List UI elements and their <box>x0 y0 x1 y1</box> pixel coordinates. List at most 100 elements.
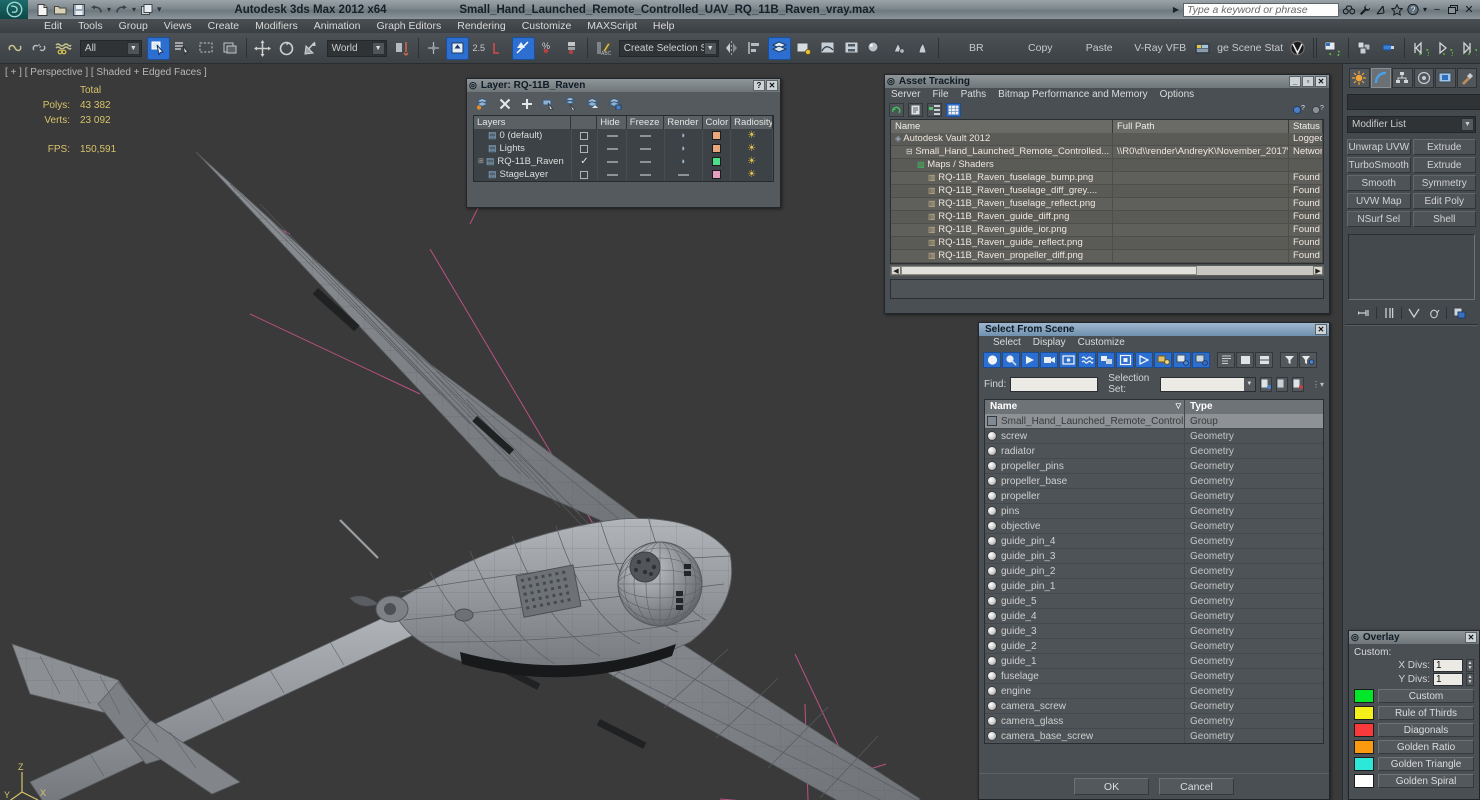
scene-list-row[interactable]: camera_screw Geometry <box>985 698 1323 714</box>
asset-row[interactable]: ▨ Maps / Shaders <box>891 159 1323 172</box>
layer-row-freeze[interactable] <box>627 155 665 168</box>
render-play-icon[interactable] <box>1433 37 1456 60</box>
layer-row-render[interactable]: ◗ <box>665 129 703 142</box>
layer-row-name[interactable]: ▤ 0 (default) <box>474 129 573 142</box>
display-groups-icon[interactable] <box>1097 352 1115 368</box>
scene-list-row[interactable]: Small_Hand_Launched_Remote_Controlled_UA… <box>985 413 1323 429</box>
asset-col-full-path[interactable]: Full Path <box>1113 120 1289 133</box>
edit-named-selection-sets-icon[interactable]: ABC <box>592 37 615 60</box>
material-editor-icon[interactable] <box>863 37 886 60</box>
asset-menu-options[interactable]: Options <box>1154 89 1200 100</box>
highlight-selected-objects-icon[interactable] <box>585 96 600 111</box>
layer-row[interactable]: ▤ Lights ◗ ☀ <box>474 142 773 155</box>
asset-col-name[interactable]: Name <box>891 120 1113 133</box>
render-production-icon[interactable] <box>911 37 934 60</box>
redo-icon[interactable] <box>114 2 129 17</box>
scene-row-name[interactable]: engine <box>985 683 1185 699</box>
scene-row-name[interactable]: guide_4 <box>985 608 1185 624</box>
scene-list-row[interactable]: guide_1 Geometry <box>985 653 1323 669</box>
mirror-icon[interactable] <box>720 37 743 60</box>
modifier-button-uvw-map[interactable]: UVW Map <box>1347 193 1411 209</box>
asset-row-path[interactable] <box>1113 159 1289 171</box>
scene-row-name[interactable]: propeller_base <box>985 473 1185 489</box>
scene-list-row[interactable]: camera_base_screw Geometry <box>985 728 1323 743</box>
scrollbar-thumb[interactable] <box>901 266 1197 275</box>
menu-modifiers[interactable]: Modifiers <box>247 19 306 33</box>
asset-row-name[interactable]: ▥ RQ-11B_Raven_fuselage_bump.png <box>891 172 1113 184</box>
layer-col-render[interactable]: Render <box>664 116 703 129</box>
asset-row-path[interactable] <box>1113 211 1289 223</box>
scene-row-name[interactable]: pins <box>985 503 1185 519</box>
create-new-layer-icon[interactable] <box>475 96 490 111</box>
overlay-color-swatch[interactable] <box>1354 689 1374 703</box>
app-logo-icon[interactable] <box>0 0 28 19</box>
asset-tracking-close-button[interactable]: ✕ <box>1315 76 1327 87</box>
menu-rendering[interactable]: Rendering <box>449 19 513 33</box>
layer-col-visible[interactable] <box>571 116 598 129</box>
scene-list-row[interactable]: guide_pin_2 Geometry <box>985 563 1323 579</box>
layer-row-name[interactable]: ⊞ ▤ RQ-11B_Raven <box>474 155 573 168</box>
layer-col-hide[interactable]: Hide <box>597 116 627 129</box>
layer-row-color[interactable] <box>703 129 732 142</box>
scene-list-row[interactable]: guide_5 Geometry <box>985 593 1323 609</box>
scene-list-row[interactable]: fuselage Geometry <box>985 668 1323 684</box>
toggle-scene-explorer-icon[interactable] <box>792 37 815 60</box>
filter-icon[interactable] <box>1280 352 1298 368</box>
menu-animation[interactable]: Animation <box>306 19 369 33</box>
layer-row-hide[interactable] <box>598 155 628 168</box>
scene-row-name[interactable]: guide_pin_3 <box>985 548 1185 564</box>
y-divs-spinner[interactable]: ▲ ▼ <box>1466 673 1474 686</box>
x-divs-input[interactable] <box>1433 659 1463 672</box>
display-xrefs-icon[interactable] <box>1116 352 1134 368</box>
overlay-color-swatch[interactable] <box>1354 774 1374 788</box>
modifier-button-shell[interactable]: Shell <box>1412 211 1476 227</box>
display-tab[interactable] <box>1435 68 1456 88</box>
reference-coordinate-dropdown[interactable]: World ▼ <box>326 39 387 57</box>
layer-row-current[interactable] <box>572 168 598 181</box>
scroll-right-icon[interactable]: ▶ <box>1313 266 1323 275</box>
manage-scene-states-label[interactable]: ge Scene Stat <box>1215 42 1285 54</box>
asset-row-path[interactable] <box>1113 250 1289 262</box>
modifier-stack-list[interactable] <box>1348 234 1475 300</box>
scene-row-name[interactable]: guide_pin_1 <box>985 578 1185 594</box>
save-file-icon[interactable] <box>71 2 86 17</box>
asset-row[interactable]: ▥ RQ-11B_Raven_guide_ior.png Found <box>891 224 1323 237</box>
scroll-left-icon[interactable]: ◀ <box>891 266 901 275</box>
hide-unhide-layer-icon[interactable] <box>607 96 622 111</box>
layer-col-layers[interactable]: Layers <box>474 116 572 129</box>
display-space-warps-icon[interactable] <box>1078 352 1096 368</box>
scene-list-row[interactable]: engine Geometry <box>985 683 1323 699</box>
pin-stack-icon[interactable] <box>1356 305 1372 320</box>
align-icon[interactable] <box>744 37 767 60</box>
window-restore-button[interactable] <box>1447 4 1459 16</box>
layer-row-color[interactable] <box>703 155 732 168</box>
modifier-button-turbosmooth[interactable]: TurboSmooth <box>1347 157 1411 173</box>
display-lights-icon[interactable] <box>1021 352 1039 368</box>
scene-list-row[interactable]: guide_pin_1 Geometry <box>985 578 1323 594</box>
named-selection-set-dropdown[interactable]: Create Selection Se ▼ <box>618 39 719 57</box>
overlay-preset-button[interactable]: Diagonals <box>1378 723 1474 737</box>
layer-row[interactable]: ▤ 0 (default) ◗ ☀ <box>474 129 773 142</box>
overlay-preset-button[interactable]: Golden Spiral <box>1378 774 1474 788</box>
layer-row-current[interactable]: ✓ <box>572 155 598 168</box>
layer-row[interactable]: ▤ StageLayer ☀ <box>474 168 773 181</box>
utilities-tab[interactable] <box>1456 68 1477 88</box>
overlay-color-swatch[interactable] <box>1354 740 1374 754</box>
asset-horizontal-scrollbar[interactable]: ◀ ▶ <box>890 265 1324 276</box>
asset-row-path[interactable]: \\R0\d\\render\AndreyK\November_2017\... <box>1113 146 1289 158</box>
menu-help[interactable]: Help <box>645 19 683 33</box>
window-close-button[interactable]: ✕ <box>1463 4 1475 16</box>
overlay-color-swatch[interactable] <box>1354 757 1374 771</box>
wrench-icon[interactable] <box>1359 4 1371 16</box>
scene-list-row[interactable]: guide_4 Geometry <box>985 608 1323 624</box>
scene-row-name[interactable]: guide_2 <box>985 638 1185 654</box>
asset-row[interactable]: ⊟ Small_Hand_Launched_Remote_Controlled.… <box>891 146 1323 159</box>
window-minimize-button[interactable]: − <box>1431 4 1443 16</box>
layer-row-radiosity[interactable]: ☀ <box>731 155 773 168</box>
layer-row-hide[interactable] <box>598 129 628 142</box>
scene-row-name[interactable]: propeller <box>985 488 1185 504</box>
asset-row[interactable]: ▥ RQ-11B_Raven_fuselage_bump.png Found <box>891 172 1323 185</box>
scene-row-name[interactable]: camera_glass <box>985 713 1185 729</box>
cancel-button[interactable]: Cancel <box>1159 778 1234 795</box>
collapse-all-icon[interactable] <box>1236 352 1254 368</box>
